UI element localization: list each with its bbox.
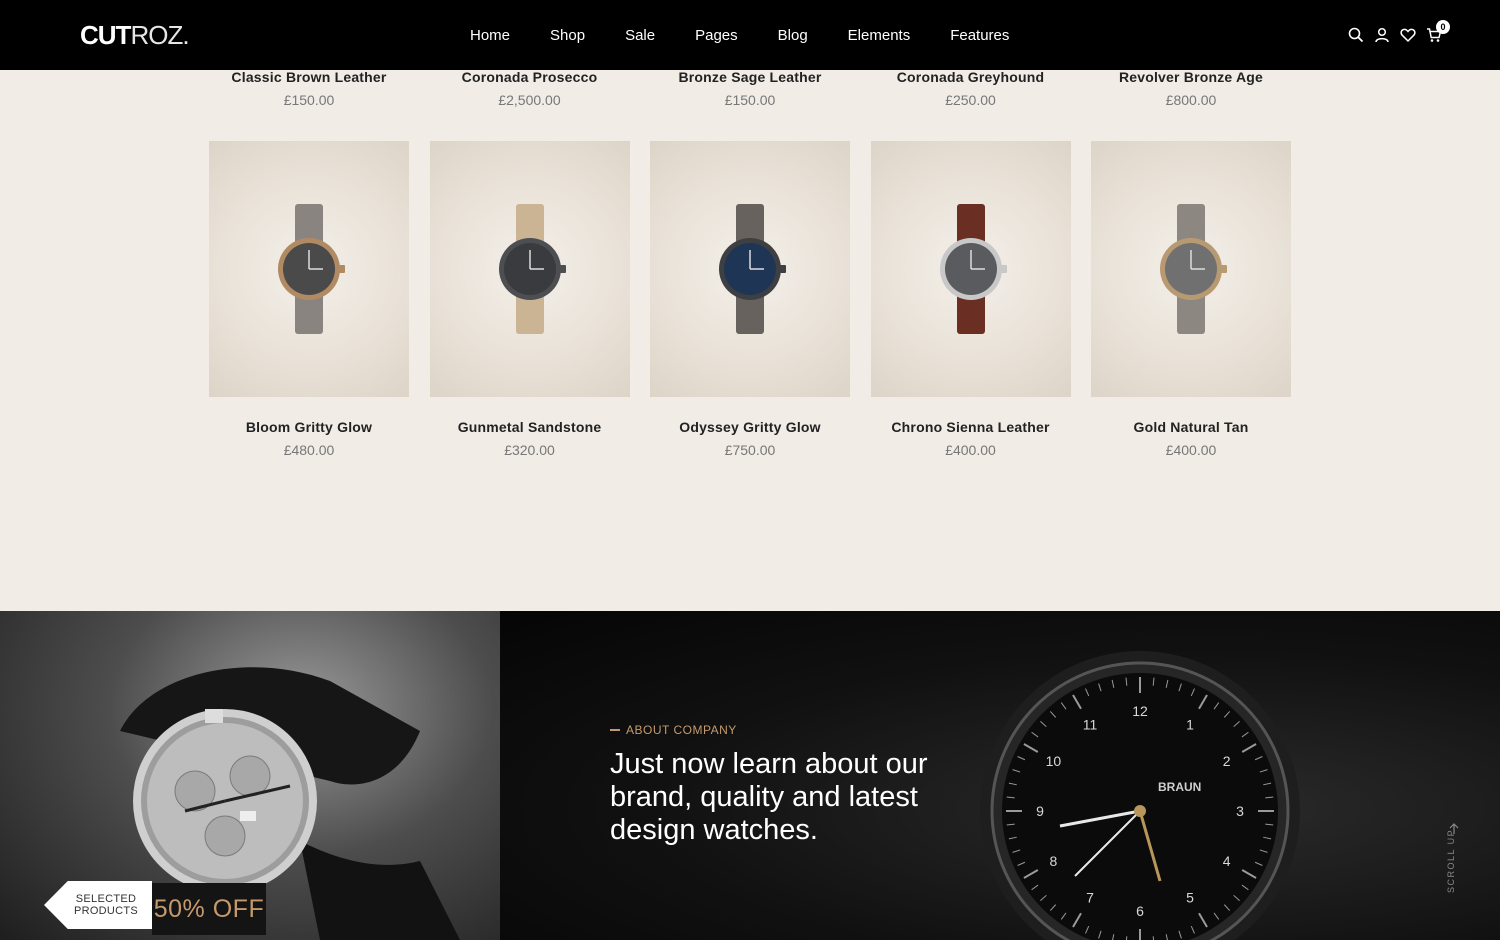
product-price: £320.00 xyxy=(504,442,555,458)
product-name[interactable]: Bronze Sage Leather xyxy=(650,69,850,85)
scroll-up-button[interactable]: SCROLL UP xyxy=(1438,823,1478,923)
nav-shop[interactable]: Shop xyxy=(550,27,585,44)
product-card[interactable]: Odyssey Gritty Glow £750.00 xyxy=(650,141,850,458)
product-card[interactable]: Gunmetal Sandstone £320.00 xyxy=(429,141,630,458)
dial-number: 5 xyxy=(1186,890,1194,906)
about-company-banner: 12 1 2 3 4 5 6 7 8 9 10 11 BRAUN ABOUT COMPANY Just… xyxy=(500,611,1500,940)
product-price: £750.00 xyxy=(724,442,776,458)
product-name[interactable]: Bloom Gritty Glow xyxy=(209,419,409,435)
dial-number: 6 xyxy=(1136,903,1144,919)
product-price: £400.00 xyxy=(1165,442,1217,458)
product-card[interactable]: Coronada Greyhound £250.00 xyxy=(871,69,1071,108)
product-price: £800.00 xyxy=(1165,92,1217,108)
account-icon[interactable] xyxy=(1371,24,1393,46)
site-header: CUTROZ. Home Shop Sale Pages Blog Elemen… xyxy=(0,0,1500,70)
dial-number: 2 xyxy=(1223,753,1231,769)
cart-count-badge: 0 xyxy=(1436,20,1450,34)
main-nav: Home Shop Sale Pages Blog Elements Featu… xyxy=(470,0,1049,70)
nav-sale[interactable]: Sale xyxy=(625,27,655,44)
product-image[interactable] xyxy=(209,141,409,397)
product-image[interactable] xyxy=(429,141,630,397)
product-card[interactable]: Bloom Gritty Glow £480.00 xyxy=(209,141,409,458)
dial-number: 11 xyxy=(1083,716,1098,732)
header-icons: 0 xyxy=(1345,20,1450,46)
about-headline: Just now learn about our brand, quality … xyxy=(610,748,928,846)
dial-number: 3 xyxy=(1236,803,1244,819)
watch-illustration xyxy=(278,204,345,334)
product-image[interactable] xyxy=(1091,141,1291,397)
product-price: £480.00 xyxy=(283,442,335,458)
watch-illustration xyxy=(1160,204,1227,334)
product-name[interactable]: Coronada Prosecco xyxy=(430,69,630,85)
nav-elements[interactable]: Elements xyxy=(848,27,911,44)
product-price: £150.00 xyxy=(724,92,776,108)
dial-number: 9 xyxy=(1036,803,1044,819)
dial-number: 7 xyxy=(1086,890,1094,906)
nav-blog[interactable]: Blog xyxy=(778,27,808,44)
discount-label: 50% OFF xyxy=(152,883,266,935)
product-price: £150.00 xyxy=(283,92,335,108)
product-name[interactable]: Gold Natural Tan xyxy=(1091,419,1291,435)
nav-home[interactable]: Home xyxy=(470,27,510,44)
dial-number: 8 xyxy=(1049,853,1057,869)
product-card[interactable]: Revolver Bronze Age £800.00 xyxy=(1091,69,1291,108)
product-name[interactable]: Classic Brown Leather xyxy=(209,69,409,85)
watch-illustration xyxy=(719,204,786,334)
nav-features[interactable]: Features xyxy=(950,27,1009,44)
search-icon[interactable] xyxy=(1345,24,1367,46)
watch-illustration xyxy=(939,204,1007,334)
product-card[interactable]: Chrono Sienna Leather £400.00 xyxy=(870,141,1071,458)
dial-number: 1 xyxy=(1186,716,1194,732)
product-row-top: Classic Brown Leather £150.00 Coronada P… xyxy=(209,69,1312,108)
product-price: £250.00 xyxy=(945,92,996,108)
product-card[interactable]: Bronze Sage Leather £150.00 xyxy=(650,69,850,108)
cart-icon[interactable]: 0 xyxy=(1423,20,1450,46)
site-logo[interactable]: CUTROZ. xyxy=(80,20,190,51)
product-card[interactable]: Coronada Prosecco £2,500.00 xyxy=(430,69,630,108)
svg-text:BRAUN: BRAUN xyxy=(1158,780,1201,794)
section-eyebrow: ABOUT COMPANY xyxy=(610,723,737,737)
wishlist-icon[interactable] xyxy=(1397,24,1419,46)
dial-number: 12 xyxy=(1132,703,1148,719)
product-name[interactable]: Revolver Bronze Age xyxy=(1091,69,1291,85)
product-price: £2,500.00 xyxy=(498,92,561,108)
product-name[interactable]: Odyssey Gritty Glow xyxy=(650,419,850,435)
nav-pages[interactable]: Pages xyxy=(695,27,738,44)
product-name[interactable]: Gunmetal Sandstone xyxy=(430,419,630,435)
product-name[interactable]: Chrono Sienna Leather xyxy=(871,419,1071,435)
promo-banner[interactable]: SELECTED PRODUCTS 50% OFF xyxy=(0,611,500,940)
product-card[interactable]: Gold Natural Tan £400.00 xyxy=(1091,141,1291,458)
product-name[interactable]: Coronada Greyhound xyxy=(871,69,1071,85)
watch-illustration xyxy=(498,204,566,334)
product-image[interactable] xyxy=(870,141,1071,397)
product-image[interactable] xyxy=(650,141,850,397)
dial-number: 10 xyxy=(1046,753,1062,769)
product-price: £400.00 xyxy=(945,442,996,458)
product-card[interactable]: Classic Brown Leather £150.00 xyxy=(209,69,409,108)
dial-number: 4 xyxy=(1223,853,1231,869)
product-row-bottom: Bloom Gritty Glow £480.00 Gunmetal Sands… xyxy=(209,141,1312,458)
